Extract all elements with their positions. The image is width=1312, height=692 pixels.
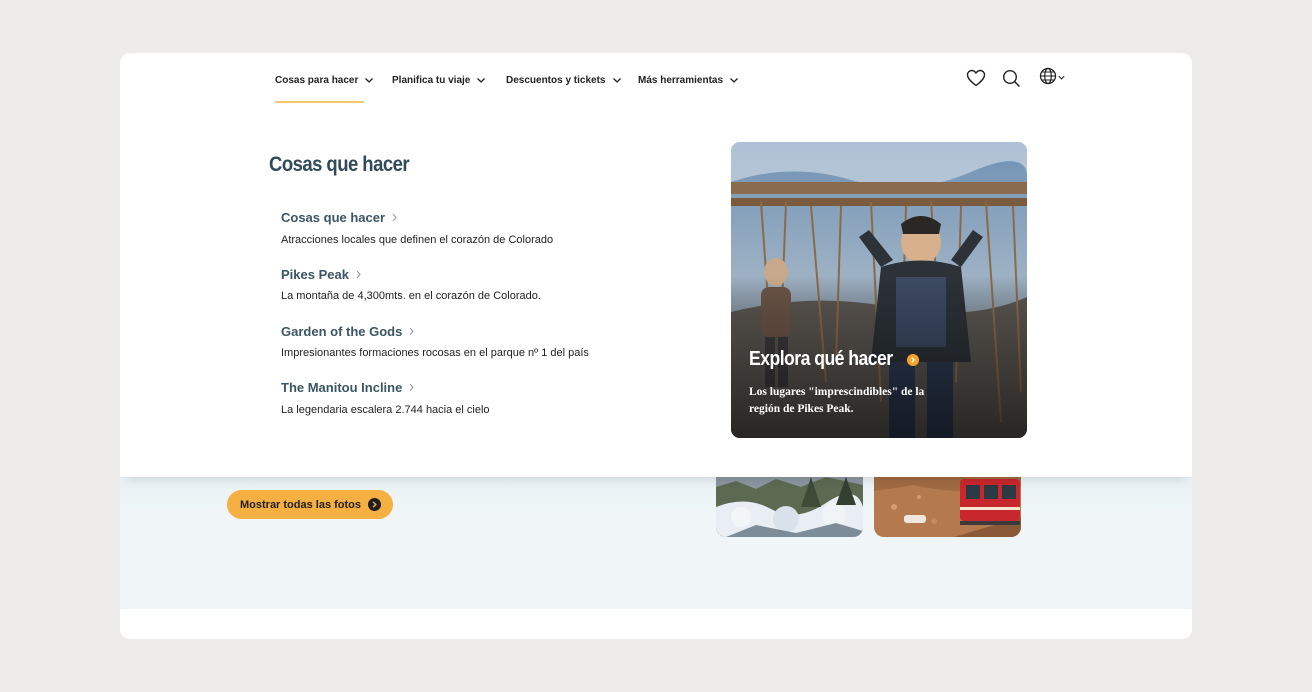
nav-item-more-tools[interactable]: Más herramientas: [638, 70, 739, 90]
chevron-down-icon: [729, 75, 739, 85]
globe-icon: [1039, 67, 1057, 90]
menu-link-description: Atracciones locales que definen el coraz…: [281, 234, 554, 246]
nav-item-label: Descuentos y tickets: [506, 74, 606, 86]
nav-item-label: Cosas para hacer: [275, 74, 359, 86]
nav-item-discounts-tickets[interactable]: Descuentos y tickets: [506, 70, 622, 90]
menu-link-description: Impresionantes formaciones rocosas en el…: [281, 347, 589, 359]
page-card: Mostrar todas las fotos Cosas que hacer …: [120, 53, 1192, 639]
show-all-photos-button[interactable]: Mostrar todas las fotos: [227, 490, 394, 519]
menu-link-things-to-do[interactable]: Cosas que hacer: [281, 210, 398, 225]
show-all-photos-label: Mostrar todas las fotos: [240, 498, 362, 511]
menu-link-description: La montaña de 4,300mts. en el corazón de…: [281, 290, 541, 302]
language-selector[interactable]: [1035, 67, 1069, 89]
nav-item-label: Más herramientas: [638, 74, 724, 86]
gallery-thumbnail-snow[interactable]: [716, 477, 863, 537]
featured-card-description: Los lugares "imprescindibles" de la regi…: [749, 386, 925, 415]
menu-link-manitou-incline[interactable]: The Manitou Incline: [281, 380, 415, 395]
menu-link-garden-of-the-gods[interactable]: Garden of the Gods: [281, 324, 415, 339]
chevron-right-icon: [408, 324, 415, 339]
heart-icon[interactable]: [965, 67, 987, 89]
menu-link-pikes-peak[interactable]: Pikes Peak: [281, 267, 362, 282]
chevron-right-icon: [391, 210, 398, 225]
chevron-right-icon: [355, 267, 362, 282]
gallery-thumbnail-cog-railway[interactable]: [874, 477, 1021, 537]
featured-card-title-text: Explora qué hacer: [749, 348, 893, 370]
arrow-right-icon: [368, 498, 382, 511]
chevron-down-icon: [476, 75, 486, 85]
chevron-right-icon: [408, 380, 415, 395]
arrow-right-icon: [907, 353, 920, 366]
top-navigation: Cosas para hacer Planifica tu viaje Desc…: [120, 53, 1192, 109]
mega-menu-panel: Cosas que hacer Cosas que hacer Atraccio…: [120, 109, 1192, 477]
nav-item-label: Planifica tu viaje: [392, 74, 471, 86]
mega-menu-title: Cosas que hacer: [269, 153, 410, 176]
chevron-down-icon: [1057, 69, 1066, 87]
menu-link-label: Garden of the Gods: [281, 324, 403, 339]
featured-card-title: Explora qué hacer: [749, 348, 920, 371]
nav-item-plan-trip[interactable]: Planifica tu viaje: [392, 70, 486, 90]
chevron-down-icon: [364, 75, 374, 85]
featured-card[interactable]: Explora qué hacer Los lugares "imprescin…: [731, 142, 1027, 438]
menu-link-label: Pikes Peak: [281, 267, 349, 282]
menu-link-description: La legendaria escalera 2.744 hacia el ci…: [281, 404, 490, 416]
menu-link-label: The Manitou Incline: [281, 380, 403, 395]
active-nav-indicator: [275, 101, 364, 103]
menu-link-label: Cosas que hacer: [281, 210, 386, 225]
nav-item-things-to-do[interactable]: Cosas para hacer: [275, 70, 374, 90]
search-icon[interactable]: [1000, 67, 1022, 89]
chevron-down-icon: [612, 75, 622, 85]
